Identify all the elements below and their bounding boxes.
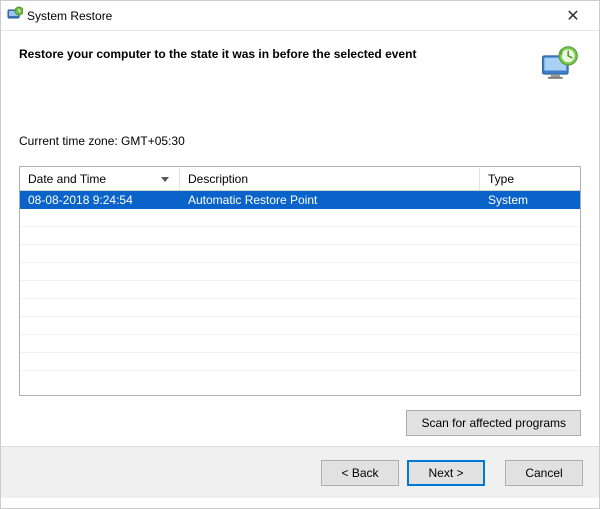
table-row-empty (20, 245, 580, 263)
table-row-empty (20, 317, 580, 335)
cell-datetime: 08-08-2018 9:24:54 (20, 192, 180, 208)
column-header-datetime-label: Date and Time (28, 172, 106, 186)
column-header-type-label: Type (488, 172, 514, 186)
scan-button-row: Scan for affected programs (1, 396, 599, 446)
cancel-button[interactable]: Cancel (505, 460, 583, 486)
table-row-empty (20, 227, 580, 245)
table-row-empty (20, 263, 580, 281)
title-bar: System Restore ✕ (1, 1, 599, 31)
dialog-footer: < Back Next > Cancel (1, 446, 599, 498)
restore-icon (7, 6, 23, 25)
timezone-label: Current time zone: GMT+05:30 (19, 134, 581, 148)
table-row-empty (20, 299, 580, 317)
close-button[interactable]: ✕ (553, 6, 593, 26)
dialog-heading: Restore your computer to the state it wa… (19, 43, 537, 61)
column-header-description-label: Description (188, 172, 248, 186)
table-row-empty (20, 209, 580, 227)
sort-descending-icon (161, 177, 169, 182)
cell-description: Automatic Restore Point (180, 192, 480, 208)
column-header-type[interactable]: Type (480, 168, 580, 190)
scan-affected-programs-button[interactable]: Scan for affected programs (406, 410, 581, 436)
column-header-description[interactable]: Description (180, 168, 480, 190)
table-body: 08-08-2018 9:24:54 Automatic Restore Poi… (20, 191, 580, 371)
restore-monitor-clock-icon (537, 43, 581, 90)
window-title: System Restore (23, 9, 553, 23)
back-button[interactable]: < Back (321, 460, 399, 486)
dialog-content: Current time zone: GMT+05:30 Date and Ti… (1, 98, 599, 396)
table-header: Date and Time Description Type (20, 167, 580, 191)
next-button[interactable]: Next > (407, 460, 485, 486)
table-row[interactable]: 08-08-2018 9:24:54 Automatic Restore Poi… (20, 191, 580, 209)
table-row-empty (20, 281, 580, 299)
restore-points-table[interactable]: Date and Time Description Type 08-08-201… (19, 166, 581, 396)
cell-type: System (480, 192, 580, 208)
column-header-datetime[interactable]: Date and Time (20, 168, 180, 190)
table-row-empty (20, 335, 580, 353)
table-row-empty (20, 353, 580, 371)
dialog-header: Restore your computer to the state it wa… (1, 31, 599, 98)
